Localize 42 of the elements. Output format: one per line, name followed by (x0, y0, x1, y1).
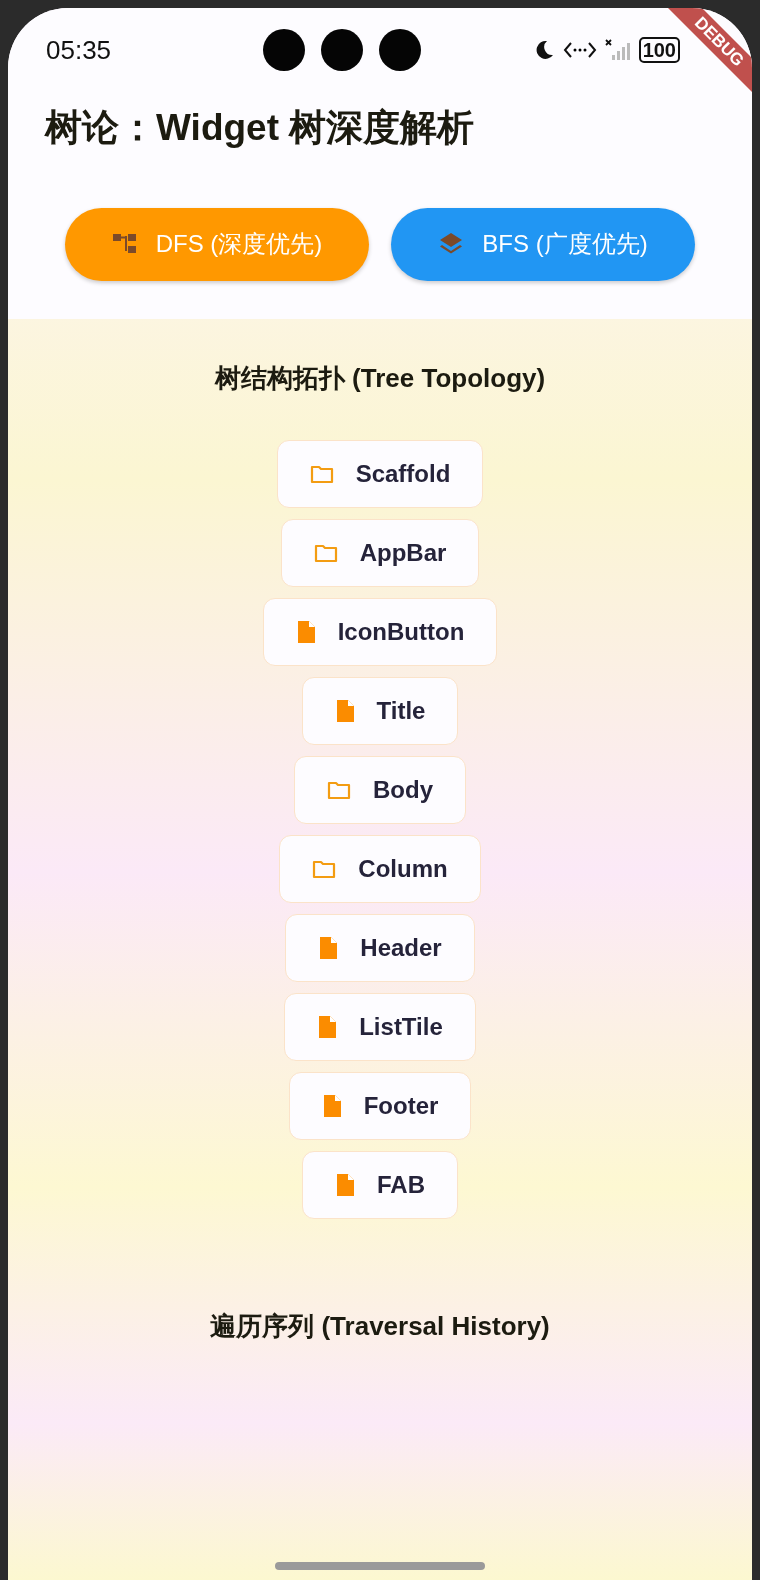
status-time: 05:35 (46, 33, 112, 67)
camera-icon (378, 29, 421, 71)
node-label: Scaffold (355, 458, 451, 489)
file-icon (318, 935, 339, 960)
file-icon (335, 1172, 355, 1197)
battery-indicator: 100 (638, 37, 680, 63)
folder-icon (309, 463, 334, 484)
node-label: Title (376, 695, 426, 726)
page-title: 树论：Widget 树深度解析 (43, 106, 476, 150)
tree-node[interactable]: Body (294, 755, 466, 824)
folder-icon (327, 779, 351, 800)
node-label: Footer (363, 1090, 439, 1121)
tree-node[interactable]: Column (279, 834, 481, 903)
tree-node[interactable]: ListTile (284, 992, 476, 1061)
tree-node[interactable]: Footer (288, 1071, 472, 1140)
node-label: ListTile (359, 1011, 443, 1042)
camera-icon (320, 29, 363, 71)
node-label: IconButton (337, 616, 465, 647)
file-icon (295, 619, 316, 644)
tree-node[interactable]: FAB (302, 1150, 458, 1219)
file-icon (317, 1014, 338, 1039)
folder-icon (312, 858, 337, 879)
tree-node[interactable]: Header (285, 913, 475, 982)
section-title: 遍历序列 (Traversal History) (210, 1309, 550, 1343)
folder-icon (313, 542, 338, 563)
hierarchy-icon (111, 232, 138, 256)
section-title: 树结构拓扑 (Tree Topology) (214, 361, 546, 395)
tree-node[interactable]: IconButton (262, 597, 498, 666)
node-label: Header (360, 932, 442, 963)
node-label: FAB (377, 1169, 425, 1200)
camera-icon (262, 29, 305, 71)
node-label: AppBar (359, 537, 447, 568)
node-label: Column (358, 853, 448, 884)
tree-node[interactable]: AppBar (280, 518, 480, 587)
tree-node[interactable]: Title (301, 676, 459, 745)
tree-node[interactable]: Scaffold (276, 439, 484, 508)
signal-icon (604, 39, 631, 61)
file-icon (334, 698, 355, 723)
data-transfer-icon (562, 40, 597, 60)
layers-icon (438, 232, 465, 256)
node-label: Body (373, 774, 433, 805)
file-icon (321, 1093, 342, 1118)
